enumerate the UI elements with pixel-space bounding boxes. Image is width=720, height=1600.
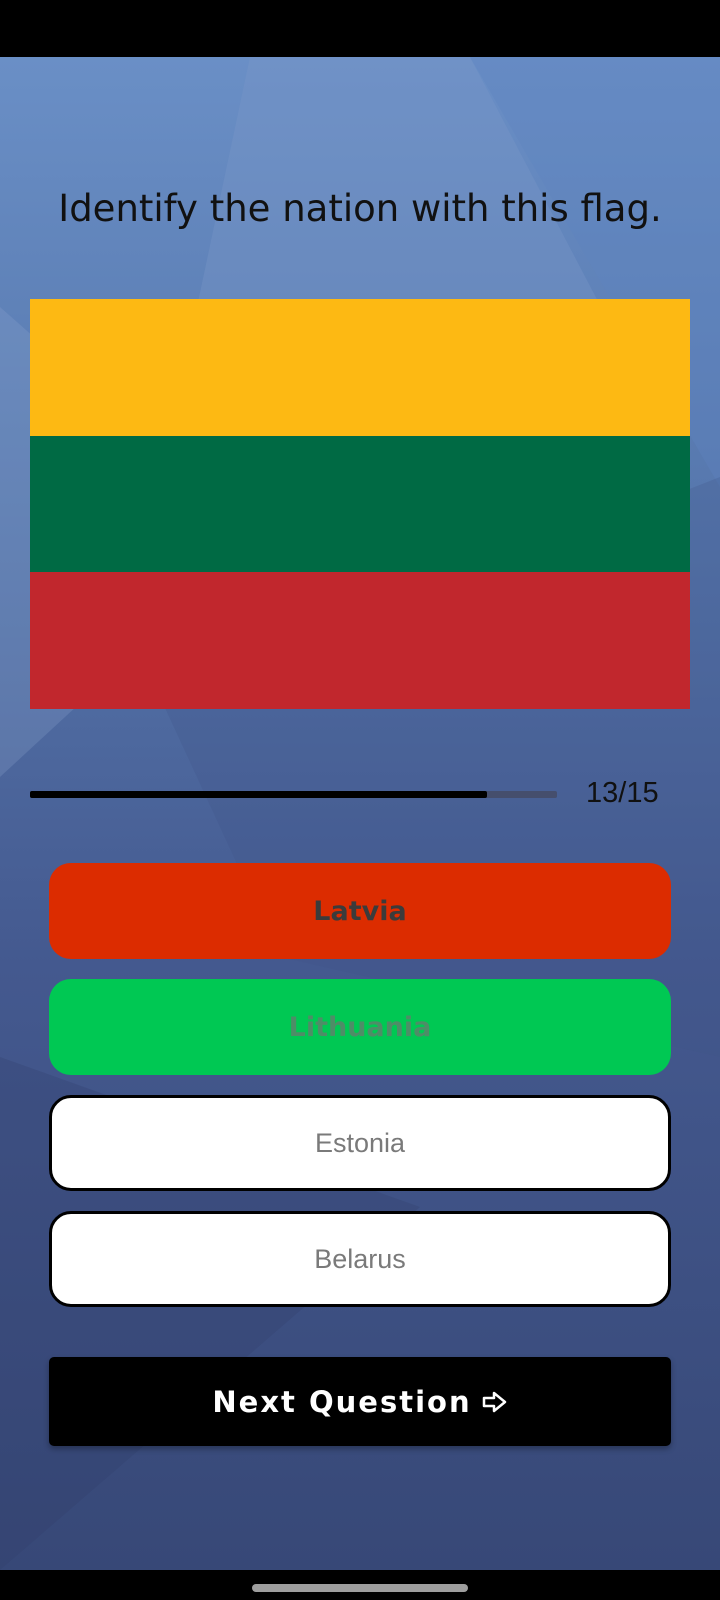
answer-option-label: Belarus — [314, 1243, 406, 1274]
flag-image — [30, 299, 690, 710]
flag-stripe-top — [30, 299, 690, 436]
answer-option-estonia[interactable]: Estonia — [49, 1095, 671, 1191]
progress-counter: 13/15 — [586, 777, 659, 809]
status-bar — [0, 0, 720, 57]
progress-bar-fill — [30, 791, 487, 798]
quiz-screen: Identify the nation with this flag. 13/1… — [0, 57, 720, 1570]
background-pattern — [0, 57, 720, 1570]
answer-option-latvia[interactable]: Latvia — [49, 863, 671, 959]
next-question-button[interactable]: Next Question — [49, 1357, 671, 1446]
arrow-right-icon — [482, 1391, 508, 1413]
flag-stripe-bottom — [30, 572, 690, 710]
home-gesture-handle[interactable] — [252, 1584, 468, 1592]
question-text: Identify the nation with this flag. — [58, 187, 662, 230]
answer-option-label: Estonia — [314, 1127, 406, 1158]
answer-option-belarus[interactable]: Belarus — [49, 1211, 671, 1307]
answer-option-lithuania[interactable]: Lithuania — [49, 979, 671, 1075]
answer-option-label: Latvia — [313, 895, 407, 927]
answer-option-label: Lithuania — [288, 1011, 432, 1043]
flag-stripe-middle — [30, 435, 690, 573]
next-question-label: Next Question — [212, 1384, 472, 1419]
progress-bar — [30, 791, 557, 798]
